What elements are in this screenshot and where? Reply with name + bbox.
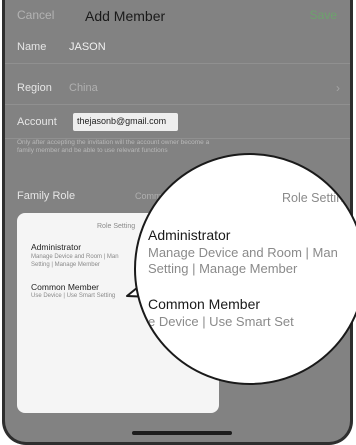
- magnifier-administrator-title: Administrator: [148, 227, 231, 243]
- magnifier-administrator-desc-line2: Setting | Manage Member: [148, 261, 298, 276]
- magnifier-common-member-title: Common Member: [148, 296, 261, 312]
- magnifier-administrator-desc-line1: Manage Device and Room | Man: [148, 245, 338, 260]
- magnifier-callout: Role Setting Administrator Manage Device…: [134, 153, 356, 385]
- magnifier-role-setting-title: Role Setting: [282, 191, 351, 205]
- magnifier-common-member-desc: e Device | Use Smart Set: [148, 314, 294, 329]
